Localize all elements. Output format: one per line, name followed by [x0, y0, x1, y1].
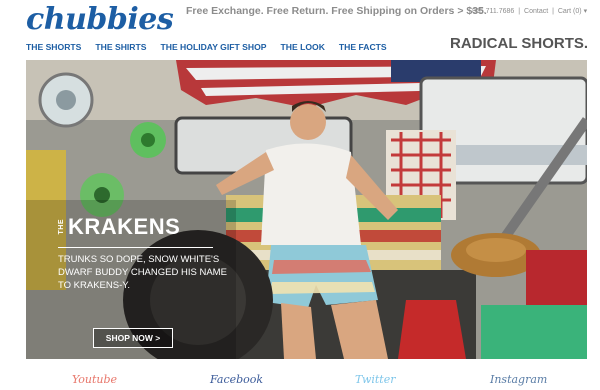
hero-copy: Trunks so dope, Snow White's dwarf buddy…: [58, 254, 227, 291]
facebook-link[interactable]: Facebook: [210, 373, 263, 386]
nav-item-the-look[interactable]: THE LOOK: [281, 42, 325, 56]
contact-link[interactable]: Contact: [524, 8, 548, 15]
hero-photo: [26, 60, 587, 359]
utility-links: 855.711.7686 | Contact | Cart (0) ▾: [472, 8, 588, 15]
tagline: RADICAL SHORTS.: [450, 35, 589, 52]
twitter-link[interactable]: Twitter: [355, 373, 396, 386]
nav-item-the-facts[interactable]: THE FACTS: [339, 42, 387, 56]
cart-link[interactable]: Cart (0): [558, 8, 582, 15]
cart-chevron-icon[interactable]: ▾: [584, 8, 588, 15]
instagram-link[interactable]: Instagram: [490, 373, 547, 386]
nav-item-holiday-gift-shop[interactable]: THE HOLIDAY GIFT SHOP: [160, 42, 266, 56]
nav-item-the-shorts[interactable]: THE SHORTS: [26, 42, 81, 56]
shop-now-button[interactable]: SHOP NOW >: [93, 328, 173, 348]
hero-headline: THE KRAKENS: [58, 214, 180, 240]
nav-item-the-shirts[interactable]: THE SHIRTS: [95, 42, 146, 56]
phone-number: 855.711.7686: [472, 8, 515, 15]
youtube-link[interactable]: Youtube: [72, 373, 117, 386]
chubbies-logo[interactable]: chubbies: [26, 2, 174, 37]
hero-divider: [58, 247, 213, 248]
hero-headline-title: KRAKENS: [68, 214, 181, 239]
main-nav: THE SHORTS THE SHIRTS THE HOLIDAY GIFT S…: [26, 42, 387, 56]
hero-headline-prefix: THE: [58, 219, 65, 235]
hero-banner[interactable]: THE KRAKENS Trunks so dope, Snow White's…: [26, 60, 587, 359]
promo-banner: Free Exchange. Free Return. Free Shippin…: [186, 5, 487, 17]
